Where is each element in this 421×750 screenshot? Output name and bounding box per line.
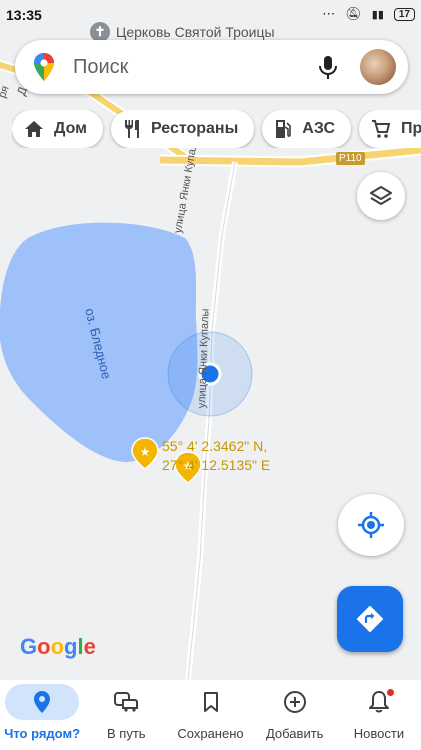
battery-icon: 17 bbox=[393, 7, 415, 21]
road-label: Р110 bbox=[336, 152, 365, 165]
commute-icon bbox=[114, 692, 139, 712]
mic-icon[interactable] bbox=[316, 54, 340, 80]
my-location-icon bbox=[358, 512, 384, 538]
coordinate-label[interactable]: 55° 4' 2.3462" N, 27° 4' 12.5135" E bbox=[162, 437, 270, 475]
signal-icon: ⋯ bbox=[322, 6, 336, 21]
chip-gas-station[interactable]: АЗС bbox=[262, 110, 351, 148]
add-circle-icon bbox=[283, 691, 306, 713]
shopping-cart-icon bbox=[372, 120, 391, 138]
network-icon: ▮▮ bbox=[371, 8, 384, 21]
restaurant-icon bbox=[125, 120, 139, 138]
explore-pin-icon bbox=[34, 691, 51, 713]
directions-icon bbox=[357, 606, 383, 632]
google-logo-text: Google bbox=[20, 634, 96, 659]
search-bar[interactable]: Поиск bbox=[15, 40, 408, 94]
layers-icon bbox=[370, 186, 392, 205]
status-time: 13:35 bbox=[6, 7, 42, 23]
avatar[interactable] bbox=[360, 49, 396, 85]
mute-icon: 🔕︎ bbox=[345, 6, 362, 21]
nav-commute[interactable]: В путь bbox=[84, 680, 168, 750]
map-canvas[interactable]: ★ ★ bbox=[0, 0, 421, 680]
home-icon bbox=[25, 121, 43, 137]
category-chips: Дом Рестораны АЗС Пр bbox=[12, 110, 421, 148]
chip-home[interactable]: Дом bbox=[12, 110, 103, 148]
chip-restaurants[interactable]: Рестораны bbox=[111, 110, 255, 148]
nav-explore[interactable]: Что рядом? bbox=[0, 680, 84, 750]
directions-button[interactable] bbox=[337, 586, 403, 652]
gas-station-icon bbox=[276, 120, 292, 138]
svg-text:★: ★ bbox=[140, 445, 151, 459]
notification-dot bbox=[386, 689, 394, 696]
bottom-navigation: Что рядом? В путь Сохранено Добавить Нов… bbox=[0, 680, 421, 750]
chip-shopping[interactable]: Пр bbox=[359, 110, 421, 148]
google-logo: Google bbox=[20, 634, 96, 660]
layers-button[interactable] bbox=[357, 172, 405, 220]
maps-logo-icon bbox=[34, 53, 54, 81]
my-location-button[interactable] bbox=[338, 494, 404, 556]
status-bar: 13:35 ⋯ 🔕︎ ▮▮ 17 bbox=[0, 0, 421, 30]
bookmark-icon bbox=[203, 692, 218, 712]
search-input[interactable]: Поиск bbox=[73, 56, 316, 79]
nav-saved[interactable]: Сохранено bbox=[168, 680, 252, 750]
nav-updates[interactable]: Новости bbox=[337, 680, 421, 750]
nav-contribute[interactable]: Добавить bbox=[253, 680, 337, 750]
